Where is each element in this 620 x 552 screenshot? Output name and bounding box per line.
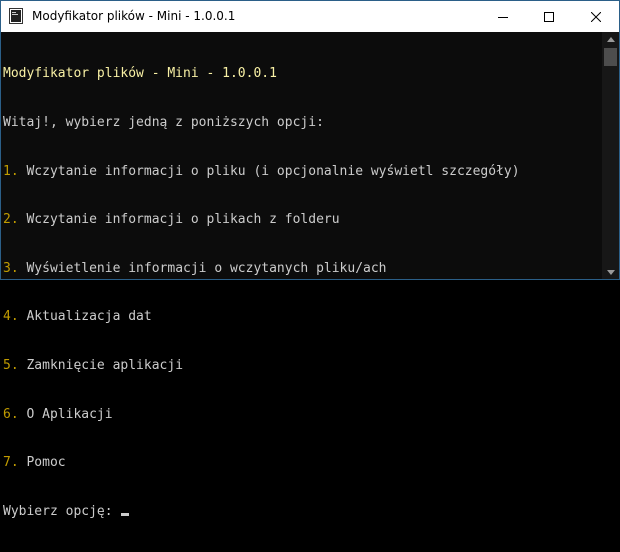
option-label: Aktualizacja dat — [18, 309, 152, 325]
console-output[interactable]: Modyfikator plików - Mini - 1.0.0.1 Wita… — [1, 32, 602, 519]
option-label: Pomoc — [18, 455, 66, 471]
option-number: 1. — [3, 163, 19, 179]
console-window: Modyfikator plików - Mini - 1.0.0.1 Mody… — [0, 0, 620, 519]
maximize-icon — [544, 11, 554, 22]
scroll-down-button[interactable] — [602, 265, 619, 279]
console-app-icon[interactable] — [9, 8, 23, 24]
option-label: Zamknięcie aplikacji — [18, 357, 184, 373]
menu-option-5: 5. Zamknięcie aplikacji — [3, 358, 602, 374]
input-prompt-line[interactable]: Wybierz opcję: — [3, 504, 602, 520]
menu-option-7: 7. Pomoc — [3, 455, 602, 471]
option-label: Wczytanie informacji o pliku (i opcjonal… — [18, 163, 520, 179]
welcome-text: Witaj!, wybierz jedną z poniższych opcji… — [3, 115, 324, 130]
arrow-down-icon — [606, 269, 615, 275]
option-label: Wczytanie informacji o plikach z folderu — [18, 212, 340, 228]
option-number: 3. — [3, 260, 19, 276]
option-number: 7. — [3, 455, 19, 471]
menu-option-3: 3. Wyświetlenie informacji o wczytanych … — [3, 261, 602, 277]
scrollbar-thumb[interactable] — [604, 48, 617, 66]
text-cursor — [121, 512, 130, 516]
vertical-scrollbar[interactable] — [602, 32, 619, 279]
option-number: 4. — [3, 309, 19, 325]
close-icon — [591, 11, 601, 22]
scroll-up-button[interactable] — [602, 32, 619, 46]
console-header: Modyfikator plików - Mini - 1.0.0.1 — [3, 66, 277, 82]
option-label: O Aplikacji — [18, 406, 113, 422]
input-prompt: Wybierz opcję: — [3, 503, 121, 519]
menu-option-2: 2. Wczytanie informacji o plikach z fold… — [3, 212, 602, 228]
option-label: Wyświetlenie informacji o wczytanych pli… — [18, 260, 387, 276]
option-number: 6. — [3, 406, 19, 422]
menu-option-1: 1. Wczytanie informacji o pliku (i opcjo… — [3, 164, 602, 180]
menu-option-4: 4. Aktualizacja dat — [3, 309, 602, 325]
menu-option-6: 6. O Aplikacji — [3, 407, 602, 423]
close-button[interactable] — [573, 1, 619, 32]
maximize-button[interactable] — [526, 1, 572, 32]
minimize-icon — [498, 16, 508, 18]
window-title: Modyfikator plików - Mini - 1.0.0.1 — [32, 9, 236, 23]
arrow-up-icon — [606, 36, 615, 42]
option-number: 2. — [3, 212, 19, 228]
title-bar[interactable]: Modyfikator plików - Mini - 1.0.0.1 — [1, 1, 619, 32]
minimize-button[interactable] — [480, 1, 526, 32]
option-number: 5. — [3, 357, 19, 373]
